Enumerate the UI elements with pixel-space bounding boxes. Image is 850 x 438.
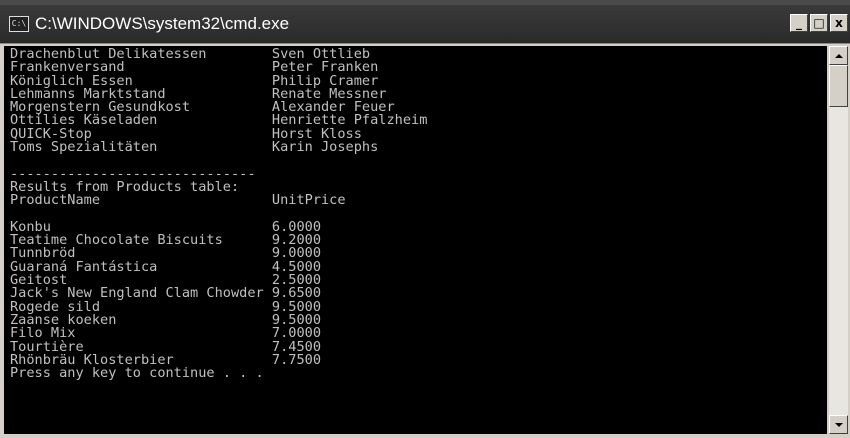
console-prompt-line: Press any key to continue . . .	[10, 365, 264, 382]
console-line: Toms Spezialitäten Karin Josephs	[10, 139, 379, 156]
window-title: C:\WINDOWS\system32\cmd.exe	[35, 14, 290, 33]
console-header-line: ProductName UnitPrice	[10, 192, 346, 209]
close-button[interactable]: x	[830, 14, 848, 32]
console-text: Drachenblut Delikatessen Sven Ottlieb Fra…	[4, 46, 827, 380]
minimize-button[interactable]: _	[790, 14, 808, 32]
vertical-scrollbar[interactable]	[829, 46, 848, 434]
console-icon[interactable]: C:\	[9, 16, 29, 32]
title-bar[interactable]: C:\ C:\WINDOWS\system32\cmd.exe _ □ x	[0, 5, 850, 44]
cmd-window: C:\ C:\WINDOWS\system32\cmd.exe _ □ x Dr…	[0, 0, 850, 438]
scroll-up-button[interactable]	[829, 46, 848, 65]
scroll-down-button[interactable]	[829, 415, 848, 434]
arrow-up-icon	[834, 53, 843, 58]
window-controls: _ □ x	[790, 14, 848, 32]
scrollbar-thumb[interactable]	[829, 65, 848, 107]
arrow-down-icon	[834, 422, 843, 427]
maximize-button[interactable]: □	[810, 14, 828, 32]
console-output[interactable]: Drachenblut Delikatessen Sven Ottlieb Fra…	[4, 46, 827, 434]
